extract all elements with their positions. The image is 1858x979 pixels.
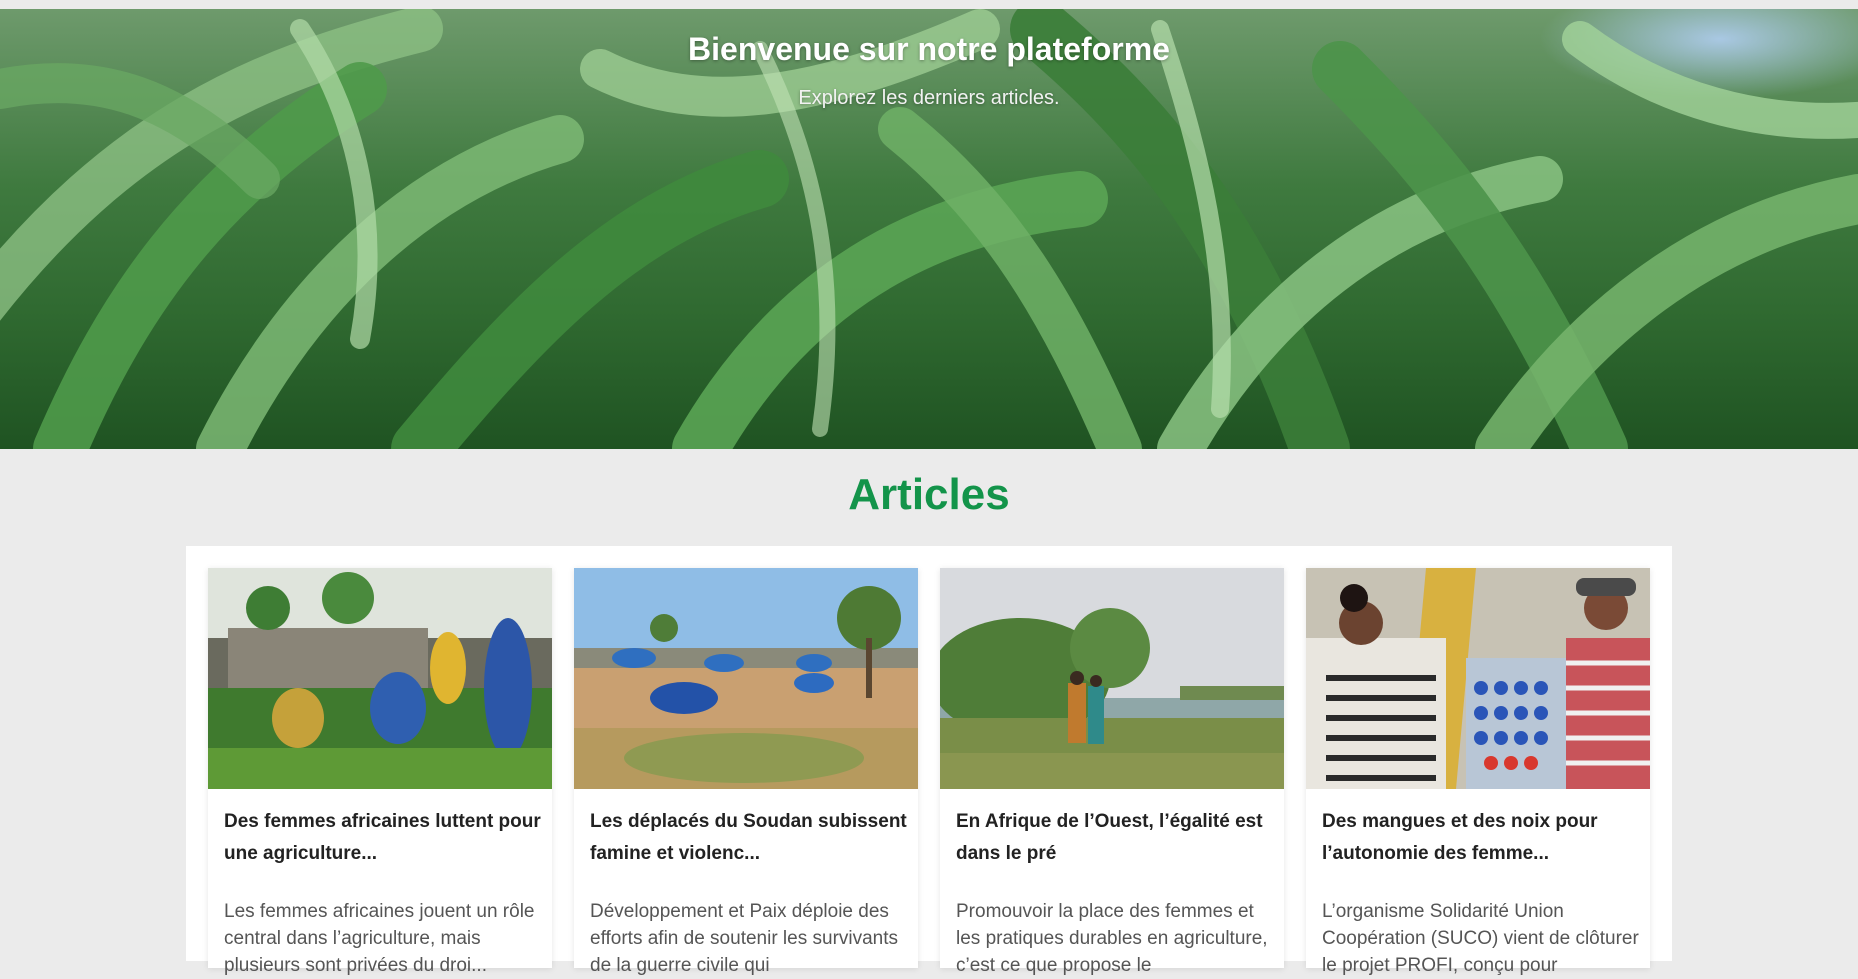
article-excerpt: L’organisme Solidarité Union Coopération… [1322,901,1639,976]
article-excerpt: Promouvoir la place des femmes et les pr… [956,901,1268,976]
article-excerpt: Les femmes africaines jouent un rôle cen… [224,901,535,976]
corn-field-background [0,9,1858,449]
articles-panel: Des femmes africaines luttent pour une a… [186,546,1672,976]
hero-banner: Bienvenue sur notre plateforme Explorez … [0,9,1858,449]
article-card[interactable]: Les déplacés du Soudan subissent famine … [574,568,918,976]
article-card[interactable]: En Afrique de l’Ouest, l’égalité est dan… [940,568,1284,976]
top-strip [0,0,1858,9]
article-excerpt: Développement et Paix déploie des effort… [590,901,899,976]
displacement-camp-photo[interactable] [574,568,918,789]
article-card[interactable]: Des femmes africaines luttent pour une a… [208,568,552,976]
article-card[interactable]: Des mangues et des noix pour l’autonomie… [1306,568,1650,976]
hero-subtitle: Explorez les derniers articles. [798,87,1060,109]
market-stall-photo[interactable] [1306,568,1650,789]
article-title[interactable]: Les déplacés du Soudan subissent famine … [590,806,908,870]
riverbank-women-photo[interactable] [940,568,1284,789]
women-farming-photo[interactable] [208,568,552,789]
articles-heading: Articles [848,470,1010,519]
hero-title: Bienvenue sur notre plateforme [688,31,1170,67]
article-title[interactable]: En Afrique de l’Ouest, l’égalité est dan… [956,806,1274,870]
article-title[interactable]: Des femmes africaines luttent pour une a… [224,806,542,870]
article-title[interactable]: Des mangues et des noix pour l’autonomie… [1322,806,1640,870]
